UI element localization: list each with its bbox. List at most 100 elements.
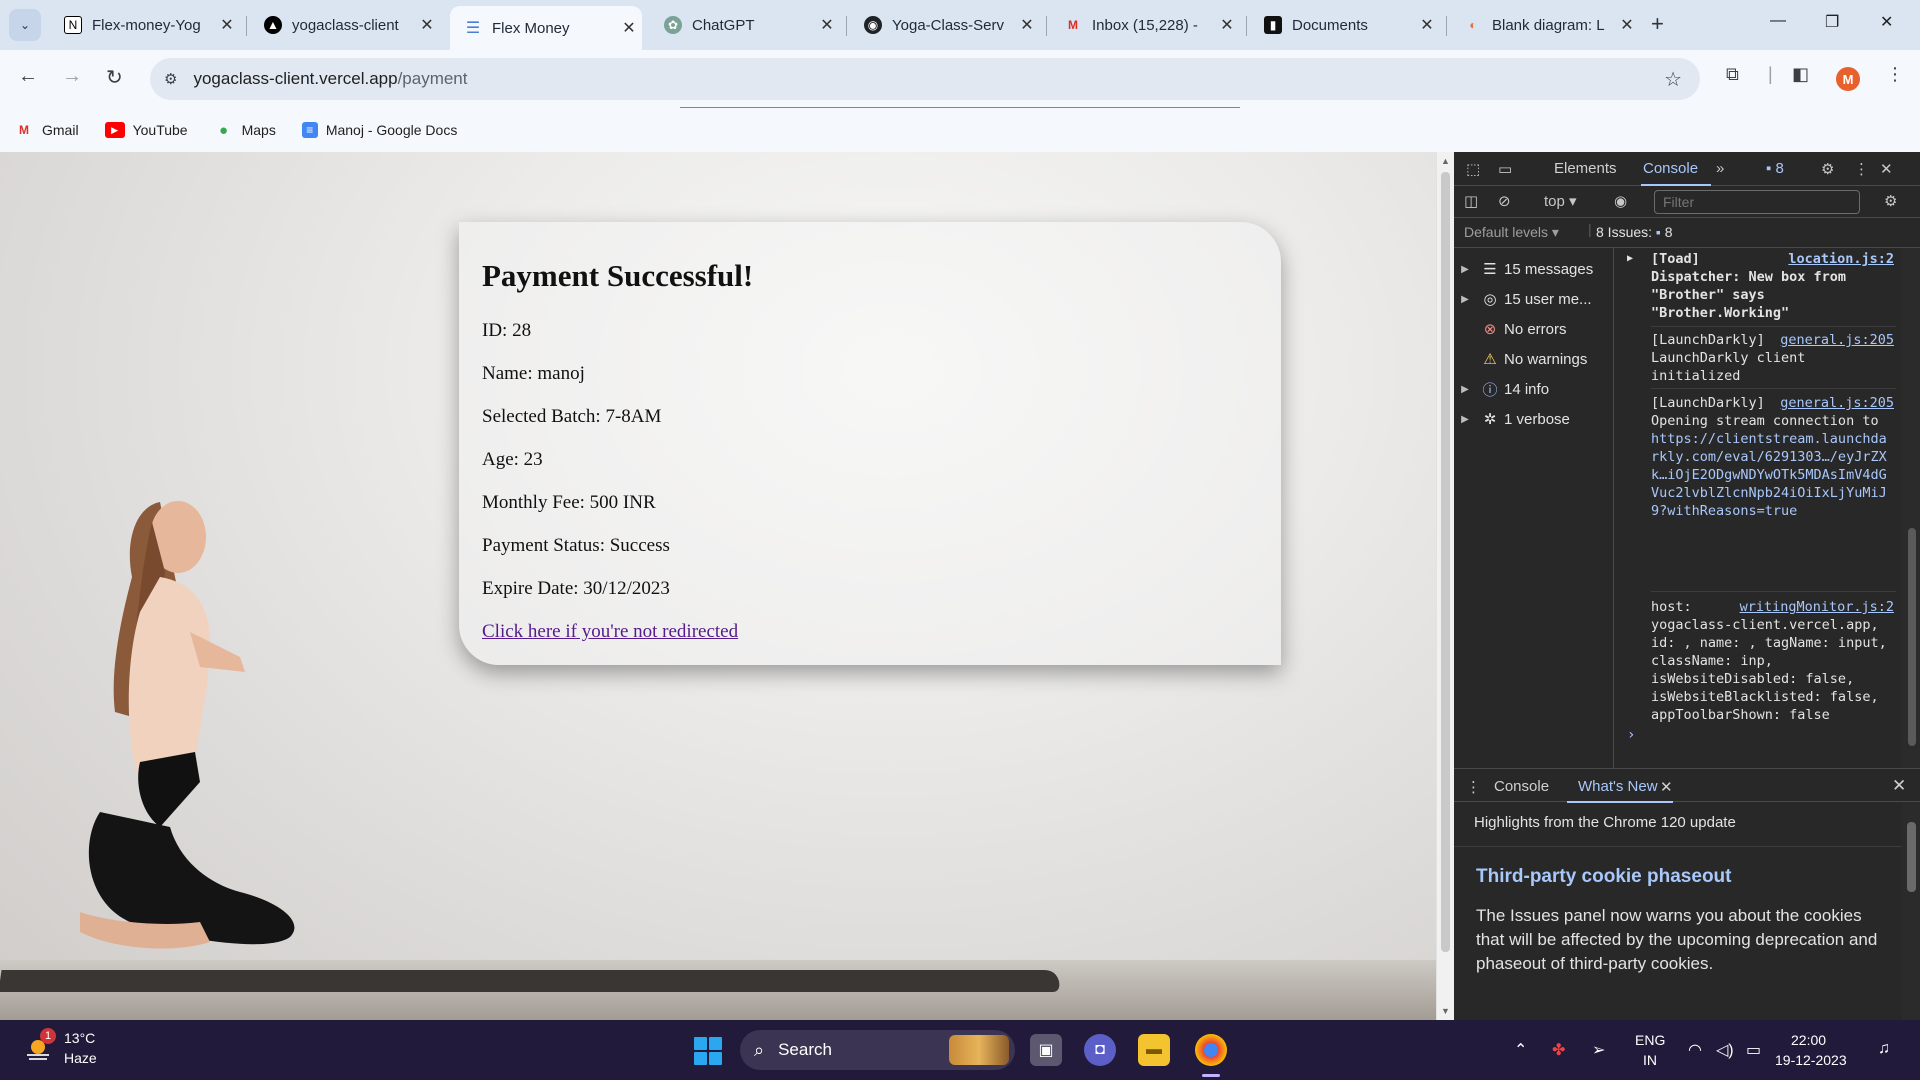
devtools-menu-icon[interactable]: ⋮ [1854, 160, 1869, 178]
payment-status: Payment Status: Success [482, 535, 670, 556]
message-source-link[interactable]: general.js:205 [1774, 331, 1894, 349]
tab-chatgpt[interactable]: ✿ ChatGPT ✕ [650, 6, 840, 44]
bookmark-gmail[interactable]: M Gmail [14, 122, 79, 138]
chrome-menu-icon[interactable]: ⋮ [1886, 64, 1904, 85]
tab-inbox[interactable]: M Inbox (15,228) - ✕ [1050, 6, 1240, 44]
redirect-link[interactable]: Click here if you're not redirected [482, 621, 738, 642]
bookmark-maps[interactable]: ● Maps [214, 122, 276, 139]
more-tabs-icon[interactable]: » [1716, 160, 1724, 177]
wifi-icon[interactable]: ◠ [1688, 1040, 1702, 1060]
sidebar-item-warnings[interactable]: ⚠ No warnings [1454, 344, 1614, 374]
forward-arrow-icon[interactable]: → [62, 65, 82, 88]
clock-date[interactable]: 19-12-2023 [1775, 1052, 1847, 1068]
context-selector[interactable]: top ▾ [1544, 192, 1577, 210]
battery-icon[interactable]: ▭ [1746, 1040, 1761, 1060]
weather-temperature[interactable]: 13°C [64, 1030, 95, 1046]
live-expression-eye-icon[interactable]: ◉ [1614, 192, 1627, 210]
message-source-link[interactable]: general.js:205 [1774, 394, 1894, 412]
side-panel-icon[interactable]: ◧ [1792, 64, 1809, 85]
close-icon[interactable]: ✕ [1214, 15, 1240, 35]
file-explorer-icon[interactable]: ▬ [1138, 1034, 1170, 1066]
drawer-tab-console[interactable]: Console [1494, 778, 1549, 795]
device-toolbar-icon[interactable]: ▭ [1498, 160, 1512, 178]
issues-badge[interactable]: ▪ 8 [1766, 160, 1784, 177]
issues-link[interactable]: 8 Issues: ▪ 8 [1596, 224, 1673, 240]
sidebar-item-messages[interactable]: ▶ ☰ 15 messages [1454, 254, 1614, 284]
location-arrow-icon[interactable]: ➢ [1592, 1040, 1605, 1060]
scroll-down-icon[interactable]: ▼ [1441, 1006, 1450, 1016]
console-scroll-thumb[interactable] [1908, 528, 1916, 746]
drawer-scroll-thumb[interactable] [1907, 822, 1916, 892]
inspect-element-icon[interactable]: ⬚ [1466, 160, 1480, 178]
page-scrollbar[interactable]: ▲ ▼ [1436, 152, 1454, 1020]
drawer-menu-icon[interactable]: ⋮ [1466, 778, 1481, 796]
close-icon[interactable]: ✕ [414, 15, 440, 35]
minimize-button[interactable]: — [1770, 12, 1786, 30]
close-drawer-tab-icon[interactable]: ✕ [1660, 778, 1673, 796]
bookmark-manoj-google-docs[interactable]: ≡ Manoj - Google Docs [301, 122, 457, 138]
address-bar[interactable]: ⚙ yogaclass-client.vercel.app/payment ☆ [150, 58, 1700, 100]
weather-condition[interactable]: Haze [64, 1050, 97, 1066]
devtools-tab-console[interactable]: Console [1643, 160, 1698, 177]
restore-button[interactable]: ❐ [1825, 12, 1839, 32]
scroll-up-icon[interactable]: ▲ [1441, 156, 1450, 166]
clear-console-icon[interactable]: ⊘ [1498, 192, 1511, 210]
new-tab-button[interactable]: + [1651, 13, 1664, 35]
input-language[interactable]: ENG [1635, 1032, 1665, 1048]
tab-yogaclass-client[interactable]: ▲ yogaclass-client ✕ [250, 6, 440, 44]
message-source-link[interactable]: writingMonitor.js:2 [1734, 598, 1894, 616]
console-prompt-icon[interactable]: › [1627, 726, 1635, 744]
tray-app-icon[interactable]: ✤ [1552, 1040, 1565, 1060]
tab-documents[interactable]: ▮ Documents ✕ [1250, 6, 1440, 44]
chrome-icon[interactable] [1195, 1034, 1227, 1066]
back-arrow-icon[interactable]: ← [18, 65, 38, 88]
close-icon[interactable]: ✕ [1614, 15, 1640, 35]
close-icon[interactable]: ✕ [1414, 15, 1440, 35]
devtools-tab-elements[interactable]: Elements [1554, 160, 1617, 177]
sidebar-item-verbose[interactable]: ▶ ✲ 1 verbose [1454, 404, 1614, 434]
tab-blank-diagram[interactable]: ◐ Blank diagram: L ✕ [1450, 6, 1640, 44]
tab-flex-money[interactable]: ☰ Flex Money ✕ [450, 6, 642, 50]
tab-yoga-class-serv[interactable]: ◉ Yoga-Class-Serv ✕ [850, 6, 1040, 44]
close-icon[interactable]: ✕ [616, 18, 642, 38]
show-hidden-icons-chevron-icon[interactable]: ⌃ [1514, 1040, 1527, 1060]
close-window-button[interactable]: ✕ [1880, 12, 1893, 32]
stream-url-link[interactable]: https://clientstream.launchdarkly.com/ev… [1651, 431, 1887, 519]
tab-search-button[interactable]: ⌄ [9, 9, 41, 41]
task-view-icon[interactable]: ▣ [1030, 1034, 1062, 1066]
expand-triangle-icon[interactable]: ▶ [1627, 250, 1633, 268]
console-settings-gear-icon[interactable]: ⚙ [1884, 192, 1897, 210]
sidebar-toggle-icon[interactable]: ◫ [1464, 192, 1478, 210]
page-scroll-thumb[interactable] [1441, 172, 1450, 952]
taskbar-search[interactable]: ⌕ Search [740, 1030, 1015, 1070]
notification-bell-icon[interactable]: ♫ [1878, 1040, 1890, 1058]
close-icon[interactable]: ✕ [814, 15, 840, 35]
site-info-icon[interactable]: ⚙ [164, 70, 177, 88]
console-scrollbar[interactable] [1902, 248, 1920, 768]
teams-chat-icon[interactable]: ◘ [1084, 1034, 1116, 1066]
clock-time[interactable]: 22:00 [1791, 1032, 1826, 1048]
drawer-scrollbar[interactable] [1902, 802, 1920, 1020]
close-icon[interactable]: ✕ [1014, 15, 1040, 35]
bookmark-star-icon[interactable]: ☆ [1664, 67, 1682, 92]
reload-icon[interactable]: ↻ [106, 65, 123, 90]
profile-avatar[interactable]: M [1836, 67, 1860, 91]
default-levels-dropdown[interactable]: Default levels ▾ [1464, 224, 1559, 241]
message-source-link[interactable]: location.js:2 [1782, 250, 1894, 268]
drawer-tab-whats-new[interactable]: What's New [1578, 778, 1658, 795]
close-devtools-icon[interactable]: ✕ [1880, 160, 1893, 178]
close-drawer-icon[interactable]: ✕ [1892, 776, 1906, 796]
tab-flex-money-yog[interactable]: N Flex-money-Yog ✕ [50, 6, 240, 44]
input-region[interactable]: IN [1643, 1052, 1657, 1068]
extensions-icon[interactable]: ⧉ [1726, 64, 1739, 85]
volume-icon[interactable]: ◁) [1716, 1040, 1734, 1060]
close-icon[interactable]: ✕ [214, 15, 240, 35]
settings-gear-icon[interactable]: ⚙ [1821, 160, 1834, 178]
sidebar-item-info[interactable]: ▶ ⓘ 14 info [1454, 374, 1614, 404]
bookmark-youtube[interactable]: ▶ YouTube [104, 122, 188, 138]
whats-new-title[interactable]: Third-party cookie phaseout [1476, 866, 1731, 888]
sidebar-item-errors[interactable]: ⊗ No errors [1454, 314, 1614, 344]
sidebar-item-user-messages[interactable]: ▶ ◎ 15 user me... [1454, 284, 1614, 314]
windows-start-button[interactable] [694, 1037, 722, 1065]
console-filter-input[interactable] [1654, 190, 1860, 214]
